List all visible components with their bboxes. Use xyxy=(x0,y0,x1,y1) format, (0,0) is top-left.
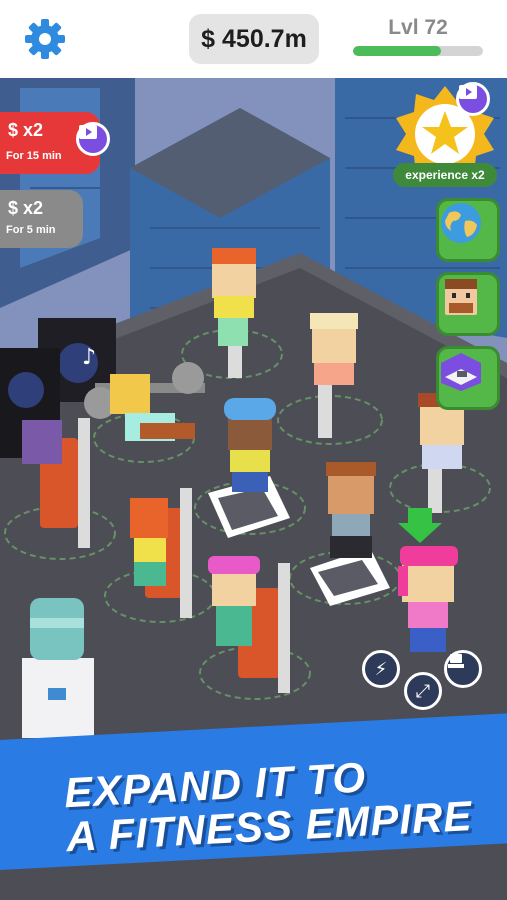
arrows-icon: ⤢ xyxy=(415,680,431,702)
experience-label: experience x2 xyxy=(393,163,497,187)
video-icon[interactable] xyxy=(456,82,490,116)
level-progress-bar xyxy=(353,46,483,56)
world-map-button[interactable] xyxy=(436,198,500,262)
lightning-icon: ⚡ xyxy=(374,658,388,680)
boost-amount: $ x2 xyxy=(8,198,44,218)
staff-button[interactable] xyxy=(436,272,500,336)
money-counter: $ 450.7m xyxy=(189,14,319,64)
globe-icon xyxy=(441,203,481,243)
move-action-button[interactable]: ⤢ xyxy=(404,672,442,710)
boost-duration: For 15 min xyxy=(6,150,62,162)
trainer-face-icon xyxy=(445,279,477,315)
treadmill-icon xyxy=(448,654,464,668)
level-progress-fill xyxy=(353,46,442,56)
boost-amount: $ x2 xyxy=(8,120,44,140)
energy-action-button[interactable]: ⚡ xyxy=(362,650,400,688)
machine-action-button[interactable] xyxy=(444,650,482,688)
svg-text:♪: ♪ xyxy=(82,345,96,370)
room-button[interactable] xyxy=(436,346,500,410)
boost-duration: For 5 min xyxy=(6,224,56,236)
money-boost-5min-button[interactable]: $ x2 For 5 min xyxy=(0,190,83,248)
room-icon xyxy=(441,353,481,391)
level-label: Lvl 72 xyxy=(388,16,448,39)
video-icon[interactable] xyxy=(76,122,110,156)
top-bar: $ 450.7m Lvl 72 xyxy=(0,0,507,78)
gear-icon[interactable] xyxy=(24,18,66,60)
